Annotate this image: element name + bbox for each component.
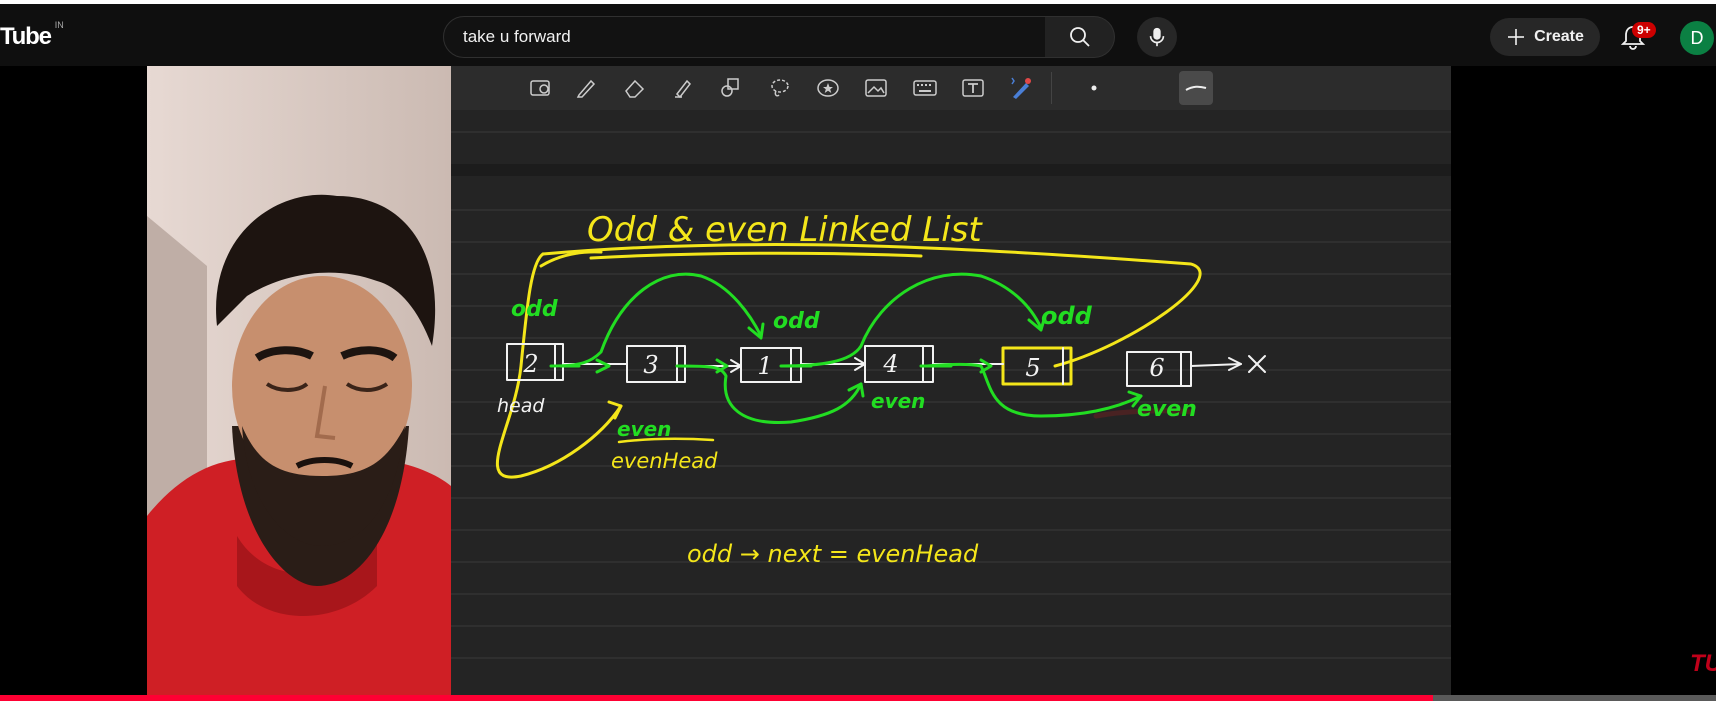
masthead: Tube IN Create 9+ D	[0, 0, 1716, 66]
node-value-3: 4	[882, 350, 898, 378]
whiteboard-drawing: Odd & even Linked List 2 3 1 4 5 6 head …	[495, 210, 1266, 568]
plus-icon	[1508, 29, 1525, 45]
video-progress-bar[interactable]	[0, 695, 1716, 701]
node-value-4: 5	[1025, 354, 1040, 382]
whiteboard-title: Odd & even Linked List	[587, 210, 983, 250]
label-even-2: even	[871, 389, 925, 413]
microphone-icon	[1149, 27, 1165, 47]
node-value-5: 6	[1149, 354, 1164, 382]
voice-search-button[interactable]	[1137, 17, 1177, 57]
presenter-illustration	[147, 66, 451, 698]
presenter-webcam	[147, 66, 451, 698]
whiteboard: Odd & even Linked List 2 3 1 4 5 6 head …	[451, 66, 1451, 698]
label-odd-3: odd	[1041, 302, 1093, 330]
search-input[interactable]	[461, 26, 1045, 48]
search-icon	[1069, 27, 1090, 47]
node-value-0: 2	[522, 350, 538, 378]
label-head: head	[497, 395, 545, 417]
node-value-2: 1	[757, 352, 772, 380]
channel-watermark: TU	[1690, 650, 1716, 677]
search-box[interactable]	[443, 16, 1046, 58]
avatar[interactable]: D	[1680, 21, 1714, 55]
create-button[interactable]: Create	[1490, 18, 1600, 56]
notification-count-badge: 9+	[1632, 22, 1656, 38]
label-odd-2: odd	[773, 309, 820, 334]
video-player[interactable]: Odd & even Linked List 2 3 1 4 5 6 head …	[147, 66, 1451, 698]
logo-text: Tube	[0, 23, 52, 50]
progress-played	[0, 695, 1433, 701]
label-odd-1: odd	[511, 297, 558, 322]
search-button[interactable]	[1045, 16, 1115, 58]
label-even-3: even	[1137, 397, 1197, 422]
node-value-1: 3	[643, 351, 658, 379]
yellow-top-loop	[541, 243, 1202, 368]
label-even-head: evenHead	[611, 449, 718, 473]
youtube-logo[interactable]: Tube IN	[0, 20, 64, 51]
label-even-1: even	[617, 417, 671, 441]
logo-region-code: IN	[54, 20, 64, 30]
create-label: Create	[1534, 28, 1584, 45]
equation: odd → next = evenHead	[687, 540, 979, 568]
